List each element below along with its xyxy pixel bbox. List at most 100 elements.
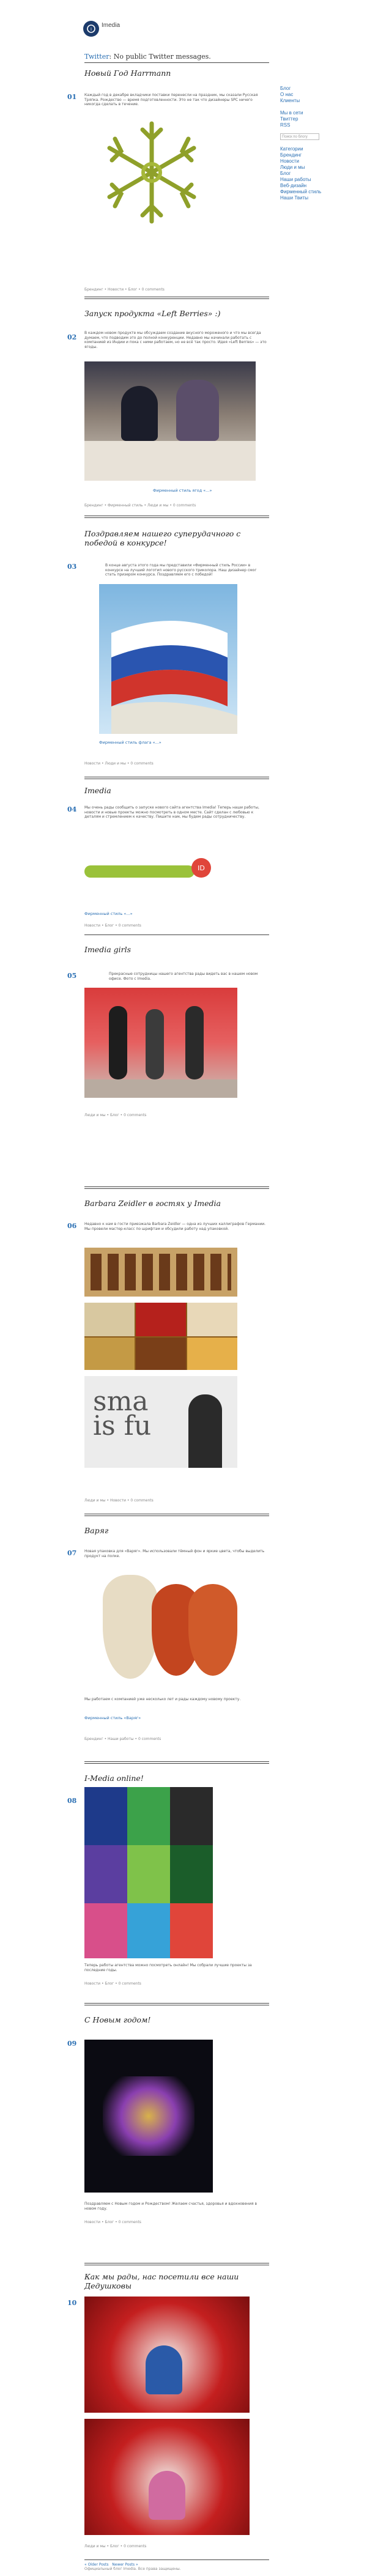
post-meta: Новости • Блог • 0 comments [84,2220,141,2224]
snowflake-icon [107,121,196,224]
post: I-Media online! 08 Теперь работы агентст… [67,1774,269,2000]
search-input[interactable]: Поиск по блогу [280,133,319,140]
post-date: 04 [67,805,77,813]
post-title[interactable]: Варяг [84,1526,269,1535]
post-caption[interactable]: Фирменный стиль флага «...» [99,740,161,745]
post-date: 10 [67,2299,77,2307]
post-caption[interactable]: Фирменный стиль ягод «...» [153,488,212,493]
post: Варяг 07 Новая упаковка для «Варяг». Мы … [67,1526,269,1758]
badge-icon: ID [191,858,211,878]
imedia-logo[interactable]: i [83,21,99,37]
post-divider [84,517,269,518]
post-text: В каждом новом продукте мы обсуждаем соз… [84,331,267,349]
post-title[interactable]: Barbara Zeidler в гостях у Imedia [84,1199,269,1208]
category-link[interactable]: Веб-дизайн [280,183,354,189]
sidebar-twitter-link[interactable]: Твиттер [280,116,354,122]
post: Barbara Zeidler в гостях у Imedia 06 Нед… [67,1199,269,1511]
post-meta: Люди и мы • Блог • 0 comments [84,1113,147,1117]
sidebar: Блог О нас Клиенты Мы в сети Твиттер RSS… [280,86,354,201]
category-link[interactable]: Люди и мы [280,165,354,171]
post-caption[interactable]: Фирменный стиль «Варяг» [84,1715,141,1720]
photo-smart-is-fun: sma is fu [84,1376,237,1468]
post-text-2: Мы работаем с компанией уже несколько ле… [84,1697,241,1701]
varyag-packaging [97,1569,237,1685]
site-header: i Imedia [78,16,292,44]
post: Поздравляем нашего суперудачного с побед… [67,529,269,774]
post-text: Теперь работы агентства можно посмотреть… [84,1963,252,1972]
twitter-status: Twitter: No public Twitter messages. [84,53,268,61]
post-title[interactable]: I-Media online! [84,1774,269,1783]
sidebar-section-social: Мы в сети [280,110,303,116]
post-date: 06 [67,1222,77,1230]
post-meta: Брендинг • Новости • Блог • 0 comments [84,287,165,292]
sidebar-nav-blog[interactable]: Блог [280,86,354,92]
post-meta: Люди и мы • Блог • 0 comments [84,2544,147,2548]
post-title[interactable]: Новый Год Harrmann [84,68,269,78]
post-title[interactable]: Imedia girls [84,945,269,954]
post-divider [84,298,269,299]
post-title[interactable]: Поздравляем нашего суперудачного с побед… [84,529,250,547]
post: Как мы рады, нас посетили все наши Дедуш… [67,2272,269,2559]
category-link[interactable]: Наши Твиты [280,195,354,201]
photo-girls-on-bench [84,988,237,1098]
photo-chocolates [84,1248,237,1297]
sidebar-rss-link[interactable]: RSS [280,122,354,128]
newer-posts-link[interactable]: Newer Posts » [112,2563,138,2567]
post: Новый Год Harrmann 01 Каждый год в декаб… [67,68,269,295]
post-divider [84,2003,269,2004]
post-date: 05 [67,972,77,980]
post-text: Мы очень рады сообщить о запуске нового … [84,805,259,819]
photo-child-in-chair [84,2297,250,2413]
photo-child-in-chair-2 [84,2419,250,2535]
photo-candy-grid [84,1303,237,1370]
older-posts-link[interactable]: « Older Posts [84,2563,109,2567]
post-meta: Люди и мы • Новости • 0 comments [84,1498,154,1503]
sidebar-section-categories: Категории [280,146,303,152]
post-text: Новая упаковка для «Варяг». Мы использов… [84,1549,265,1558]
post-meta: Брендинг • Наши работы • 0 comments [84,1737,161,1741]
post-text: В конце августа этого года мы представил… [105,563,257,577]
post: Imedia 04 Мы очень рады сообщить о запус… [67,786,269,933]
svg-text:i: i [91,27,92,32]
snowflake-image [97,117,207,228]
category-link[interactable]: Новости [280,158,354,165]
post-divider [84,2559,269,2560]
new-year-image [84,2040,213,2193]
post-date: 02 [67,333,77,341]
post: Запуск продукта «Left Berries» :) 02 В к… [67,309,269,514]
post-text: Поздравляем с Новым годом и Рождеством! … [84,2202,258,2211]
sidebar-nav-about[interactable]: О нас [280,92,354,98]
post-divider [84,1761,269,1762]
post-date: 01 [67,93,77,101]
post-date: 03 [67,563,77,571]
header-divider [84,62,269,63]
post-text: Прекрасные сотрудницы нашего агентства р… [109,972,258,981]
post-meta: Брендинг • Фирменный стиль • Люди и мы •… [84,503,196,508]
sidebar-nav-clients[interactable]: Клиенты [280,98,354,104]
post-caption[interactable]: Фирменный стиль «...» [84,911,133,916]
footer-text: Официальный блог Imedia. Все права защищ… [84,2567,181,2571]
post-title[interactable]: Как мы рады, нас посетили все наши Дедуш… [84,2272,262,2290]
post-meta: Новости • Блог • 0 comments [84,1982,141,1986]
post-divider [84,1186,269,1187]
category-link[interactable]: Блог [280,171,354,177]
logo-mark-icon: i [87,24,95,33]
brand-name: Imedia [102,22,120,29]
post-title[interactable]: Запуск продукта «Left Berries» :) [84,309,269,318]
post: С Новым годом! 09 Поздравляем с Новым го… [67,2015,269,2260]
category-link[interactable]: Наши работы [280,177,354,183]
post-date: 09 [67,2040,77,2048]
photo-people-at-table [84,361,256,481]
portfolio-collage [84,1787,213,1958]
site-screenshot: ID [84,853,213,887]
post-text: Каждый год в декабре вкладчики поставки … [84,93,258,106]
post-title[interactable]: С Новым годом! [84,2015,269,2024]
twitter-link[interactable]: Twitter [84,53,109,61]
twitter-text: : No public Twitter messages. [109,53,211,61]
footer: « Older Posts Newer Posts » Официальный … [84,2563,269,2571]
category-link[interactable]: Фирменный стиль [280,189,354,195]
category-link[interactable]: Брендинг [280,152,354,158]
post-divider [84,1763,269,1764]
post-title[interactable]: Imedia [84,786,269,795]
flag-icon [111,621,237,734]
